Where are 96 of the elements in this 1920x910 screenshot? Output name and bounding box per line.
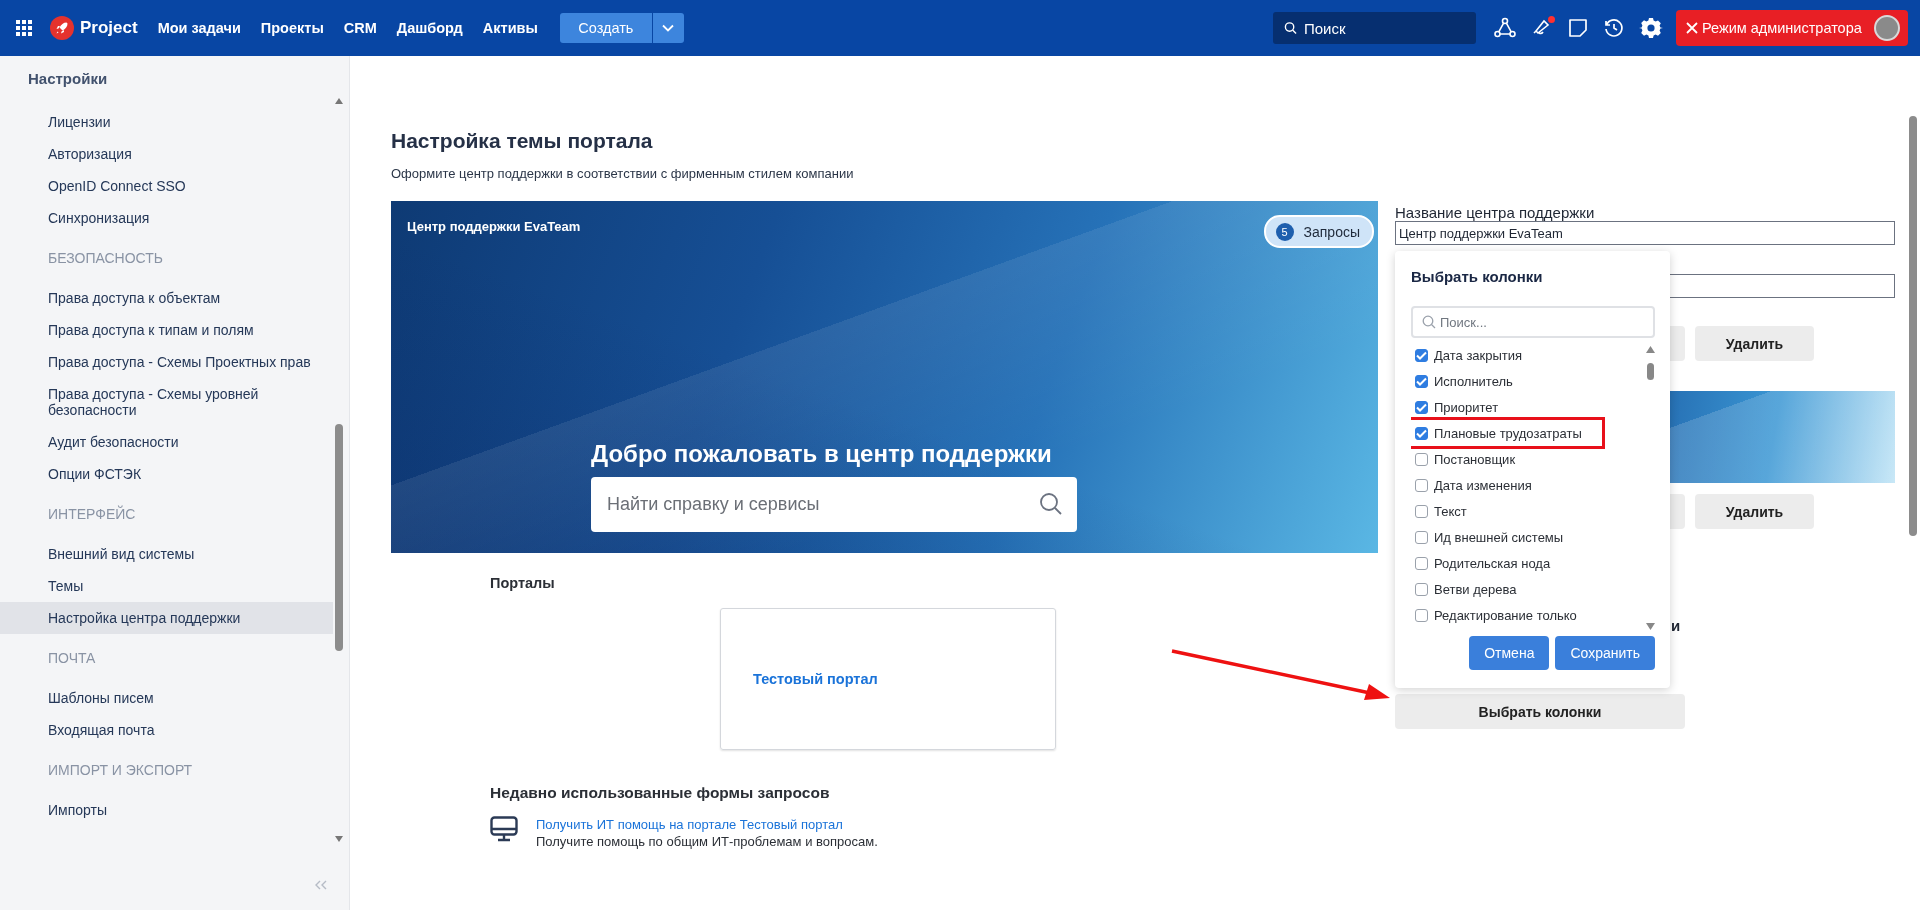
page-subtitle: Оформите центр поддержки в соответствии с фирменным стилем компании	[391, 166, 855, 181]
portal-link[interactable]: Тестовый портал	[753, 671, 878, 687]
nav-link[interactable]: CRM	[343, 20, 377, 36]
search-icon	[1284, 21, 1297, 35]
scroll-up-arrow-icon[interactable]	[1645, 346, 1655, 353]
checkbox[interactable]	[1415, 504, 1428, 518]
sidebar-item[interactable]: Опции ФСТЭК	[0, 458, 333, 490]
checkbox[interactable]	[1415, 426, 1428, 440]
sidebar-item[interactable]: Синхронизация	[0, 202, 333, 234]
requests-label: Запросы	[1303, 223, 1360, 240]
checkbox[interactable]	[1415, 556, 1428, 570]
column-option[interactable]: Плановые трудозатраты	[1411, 420, 1602, 446]
column-option[interactable]: Редактирование только	[1411, 602, 1577, 628]
field-label: и	[1671, 617, 1681, 634]
sidebar-item[interactable]: Импорты	[0, 794, 333, 826]
sidebar-item[interactable]: Права доступа к объектам	[0, 282, 333, 314]
sidebar-section-heading: ИМПОРТ И ЭКСПОРТ	[47, 761, 194, 780]
sidebar-item[interactable]: Лицензии	[0, 106, 333, 138]
column-option[interactable]: Дата изменения	[1411, 472, 1532, 498]
monitor-icon	[490, 816, 518, 842]
nav-link[interactable]: Проекты	[260, 20, 324, 36]
nav-link[interactable]: Мои задачи	[157, 20, 241, 36]
sidebar-item[interactable]: Аудит безопасности	[0, 426, 333, 458]
network-icon[interactable]	[1493, 16, 1517, 40]
search-field[interactable]: Поиск	[1273, 12, 1476, 44]
sidebar-item[interactable]: Права доступа - Схемы Проектных прав	[0, 346, 333, 378]
scrollbar-thumb[interactable]	[335, 424, 343, 651]
column-option[interactable]: Родительская нода	[1411, 550, 1551, 576]
checkbox[interactable]	[1415, 478, 1428, 492]
settings-icon[interactable]	[1639, 16, 1663, 40]
welcome-heading: Добро пожаловать в центр поддержки	[591, 440, 1053, 468]
admin-mode-button[interactable]: Режим администратора	[1676, 10, 1908, 46]
column-option[interactable]: Текст	[1411, 498, 1467, 524]
checkbox[interactable]	[1415, 374, 1428, 388]
scroll-down-arrow-icon[interactable]	[1645, 623, 1655, 630]
note-icon[interactable]	[1567, 17, 1589, 39]
scrollbar-thumb[interactable]	[1646, 363, 1654, 380]
sidebar-section-heading: ИНТЕРФЕЙС	[47, 504, 137, 524]
column-option[interactable]: Приоритет	[1411, 394, 1499, 420]
sidebar-item[interactable]: Шаблоны писем	[0, 682, 333, 714]
form-link[interactable]: Получить ИТ помощь на портале Тестовый портал	[536, 816, 878, 833]
search-icon	[1422, 315, 1436, 329]
column-option[interactable]: Ветви дерева	[1411, 576, 1517, 602]
sidebar-item[interactable]: Внешний вид системы	[0, 538, 333, 570]
scrollbar[interactable]	[333, 98, 345, 844]
checkbox[interactable]	[1415, 530, 1428, 544]
nav-link[interactable]: Активы	[482, 20, 538, 36]
chevron-down-icon	[662, 24, 675, 32]
page-title: Настройка темы портала	[391, 128, 654, 154]
column-option[interactable]: Постановщик	[1411, 446, 1516, 472]
dialog-title: Выбрать колонки	[1411, 268, 1544, 285]
sidebar-item[interactable]: Настройка центра поддержки	[0, 602, 333, 634]
checkbox[interactable]	[1415, 400, 1428, 414]
name-input[interactable]: Центр поддержки EvaTeam	[1395, 221, 1895, 245]
save-button[interactable]: Сохранить	[1555, 636, 1655, 670]
sidebar-item[interactable]: Входящая почта	[0, 714, 333, 746]
sidebar-item[interactable]: Права доступа к типам и полям	[0, 314, 333, 346]
column-option[interactable]: Исполнитель	[1411, 368, 1513, 394]
portal-card[interactable]: Тестовый портал	[720, 608, 1056, 750]
scroll-up-arrow-icon[interactable]	[335, 98, 343, 104]
sidebar-item[interactable]: Авторизация	[0, 138, 333, 170]
scroll-down-arrow-icon[interactable]	[335, 836, 343, 842]
form-description: Получите помощь по общим ИТ-проблемам и вопросам.	[536, 833, 878, 850]
sidebar-item[interactable]: Права доступа - Схемы уровней безопасности	[0, 378, 333, 426]
field-label: Название центра поддержки	[1395, 205, 1596, 221]
history-icon[interactable]	[1602, 16, 1626, 40]
search-field[interactable]: Поиск...	[1411, 306, 1655, 338]
column-option[interactable]: Ид внешней системы	[1411, 524, 1564, 550]
count-badge: 5	[1275, 222, 1294, 241]
column-option[interactable]: Дата закрытия	[1411, 342, 1523, 368]
sidebar-item[interactable]: OpenID Connect SSO	[0, 170, 333, 202]
help-search-field[interactable]: Найти справку и сервисы	[591, 477, 1077, 532]
sidebar-title: Настройки	[27, 69, 109, 89]
checkbox[interactable]	[1415, 348, 1428, 362]
nav-link[interactable]: Дашборд	[396, 20, 463, 36]
rocket-logo-icon	[50, 16, 74, 40]
choose-columns-button[interactable]: Выбрать колонки	[1395, 694, 1685, 729]
banner-title: Центр поддержки EvaTeam	[407, 218, 581, 234]
delete-button[interactable]: Удалить	[1695, 494, 1814, 529]
sidebar-section-heading: БЕЗОПАСНОСТЬ	[47, 249, 164, 268]
requests-button[interactable]: 5 Запросы	[1263, 215, 1374, 248]
create-button[interactable]: Создать	[559, 13, 652, 43]
checkbox[interactable]	[1415, 608, 1428, 622]
search-icon	[1039, 492, 1063, 516]
sidebar-section-heading: ПОЧТА	[47, 649, 97, 668]
app-grid-icon[interactable]	[16, 20, 32, 36]
checkbox[interactable]	[1415, 582, 1428, 596]
app-logo-text[interactable]: Project	[80, 18, 138, 38]
delete-button[interactable]: Удалить	[1695, 326, 1814, 361]
close-icon	[1686, 22, 1698, 34]
cancel-button[interactable]: Отмена	[1469, 636, 1550, 670]
section-heading: Недавно использованные формы запросов	[490, 784, 831, 802]
section-heading: Порталы	[490, 575, 556, 591]
checkbox[interactable]	[1415, 452, 1428, 466]
create-dropdown-button[interactable]	[652, 13, 684, 43]
sidebar-item[interactable]: Темы	[0, 570, 333, 602]
